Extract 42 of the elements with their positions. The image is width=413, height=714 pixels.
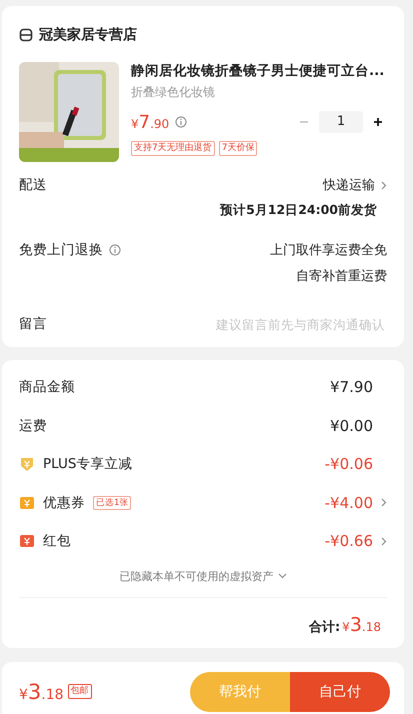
fee-amount: -¥4.00: [324, 494, 373, 512]
store-name[interactable]: 冠美家居专营店: [39, 26, 137, 44]
delivery-label: 配送: [19, 176, 47, 194]
info-icon[interactable]: [109, 244, 121, 256]
total-label: 合计:: [308, 618, 340, 636]
fee-label: 红包: [43, 532, 71, 550]
chevron-icon[interactable]: [381, 536, 387, 546]
chevron-icon: [381, 180, 387, 190]
store-icon: [19, 28, 33, 42]
fee-label: 商品金额: [19, 378, 75, 396]
delivery-estimate: 预计5月12日24:00前发货: [218, 202, 378, 219]
quantity-field[interactable]: 1: [319, 111, 363, 133]
footer-price: ¥3.18: [19, 680, 64, 704]
fee-amount: -¥0.66: [324, 532, 373, 550]
chevron-down-icon[interactable]: [278, 573, 286, 579]
returns-label: 免费上门退换: [19, 241, 103, 259]
envelope-icon: [19, 533, 35, 550]
chevron-icon[interactable]: [381, 498, 387, 508]
note-field[interactable]: 建议留言前先与商家沟通确认: [53, 316, 387, 332]
product-title[interactable]: 静闲居化妆镜折叠镜子男士便捷可立台...: [131, 62, 387, 80]
info-icon[interactable]: [175, 116, 188, 128]
returns-info: 自寄补首重运费: [295, 268, 387, 285]
service-tag: 支持7天无理由退货: [131, 141, 215, 156]
fee-label: 优惠券: [43, 494, 85, 512]
delivery-method[interactable]: 快递运输: [323, 176, 375, 194]
shield-icon: [19, 456, 35, 472]
total-price: ¥3.18: [342, 614, 381, 636]
plus-icon: [373, 117, 383, 127]
returns-info: 上门取件享运费全免: [270, 242, 387, 259]
service-tag: 7天价保: [218, 141, 258, 156]
note-label: 留言: [19, 315, 47, 333]
fee-label: 运费: [19, 416, 47, 435]
coupon-icon: [19, 494, 35, 511]
hidden-assets-link[interactable]: 已隐藏本单不可使用的虚拟资产: [120, 568, 274, 584]
fee-amount: -¥0.06: [324, 455, 373, 474]
free-shipping-badge: 包邮: [68, 684, 92, 699]
pay-button[interactable]: 自己付: [290, 672, 390, 712]
fee-amount: ¥7.90: [330, 378, 373, 396]
product-price: ¥7.90: [131, 112, 170, 132]
coupon-tag: 已选1张: [93, 496, 132, 510]
fee-amount: ¥0.00: [330, 416, 373, 435]
fee-label: PLUS专享立减: [43, 455, 132, 474]
